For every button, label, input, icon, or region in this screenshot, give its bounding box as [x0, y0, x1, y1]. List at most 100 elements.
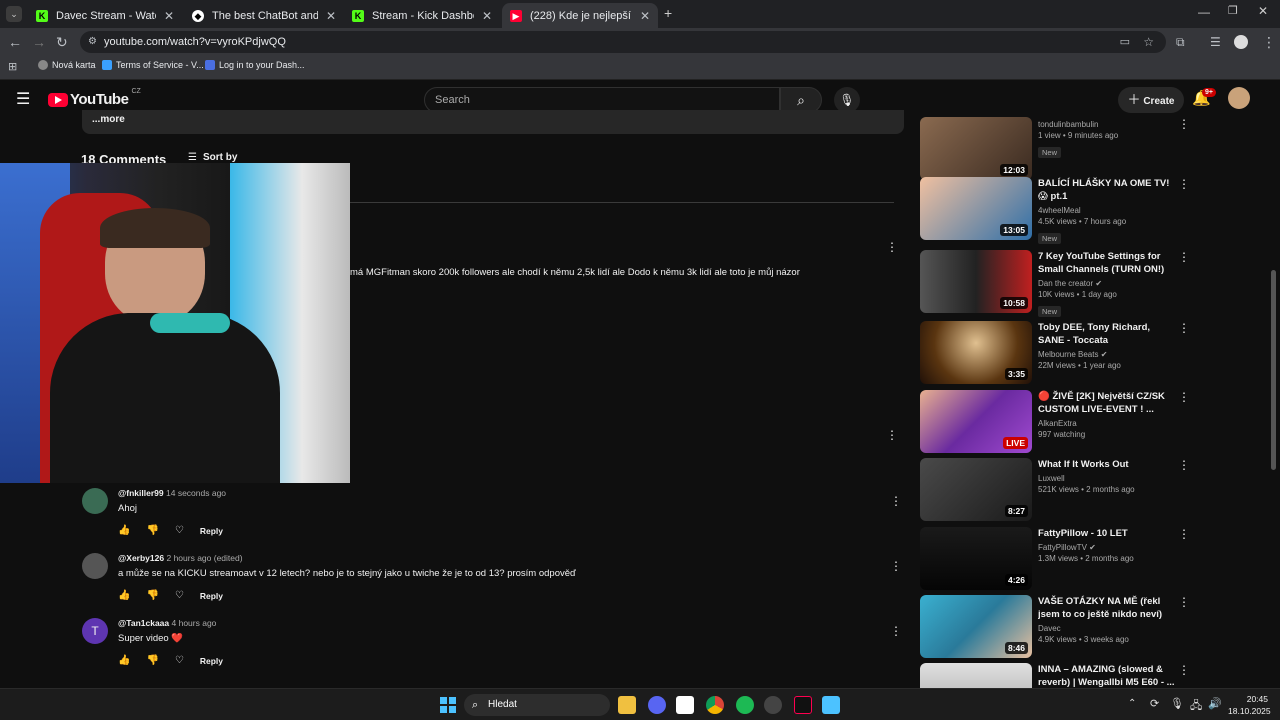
minimize-icon[interactable]: —: [1198, 5, 1210, 19]
bookmark-star-icon[interactable]: ☆: [1143, 31, 1154, 53]
like-icon[interactable]: 👍: [118, 525, 130, 536]
reply-button[interactable]: Reply: [200, 656, 223, 666]
video-thumbnail[interactable]: 8:27: [920, 458, 1032, 521]
create-button[interactable]: ＋ Create: [1118, 87, 1184, 113]
video-menu-icon[interactable]: ⋮: [1178, 390, 1190, 404]
comment-author[interactable]: @fnkiller99: [118, 488, 164, 498]
comment-author[interactable]: @Tan1ckaaa: [118, 618, 169, 628]
bookmark-terms[interactable]: Terms of Service - V...: [102, 60, 204, 70]
new-tab-icon[interactable]: +: [664, 5, 672, 21]
restore-icon[interactable]: ❐: [1228, 4, 1238, 17]
reply-button[interactable]: Reply: [200, 526, 223, 536]
spotify-icon[interactable]: [736, 696, 754, 714]
menu-icon[interactable]: ⋮: [1262, 33, 1276, 51]
address-bar[interactable]: ⚙ youtube.com/watch?v=vyroKPdjwQQ ▭ ☆: [80, 31, 1166, 53]
page-scrollbar[interactable]: [1271, 270, 1276, 470]
site-info-icon[interactable]: ⚙: [88, 31, 97, 53]
recommended-video[interactable]: 13:05 BALÍCÍ HLÁŠKY NA OME TV!😱 pt.1 4wh…: [920, 177, 1190, 244]
video-thumbnail[interactable]: LIVE: [920, 390, 1032, 453]
youtube-logo[interactable]: YouTube CZ: [48, 88, 141, 108]
tab-kick-dashboard[interactable]: K Stream - Kick Dashboard ✕: [344, 3, 500, 28]
comment-menu-icon[interactable]: ⋮: [890, 494, 902, 508]
app-icon[interactable]: [764, 696, 782, 714]
like-icon[interactable]: 👍: [118, 590, 130, 601]
comment-menu-icon[interactable]: ⋮: [886, 428, 898, 442]
hamburger-menu-icon[interactable]: ☰: [16, 89, 30, 109]
video-channel[interactable]: 4wheelMeal: [1038, 205, 1178, 216]
video-thumbnail[interactable]: [920, 663, 1032, 688]
video-thumbnail[interactable]: 13:05: [920, 177, 1032, 240]
description-box[interactable]: ...more: [82, 110, 904, 134]
back-icon[interactable]: ←: [8, 33, 22, 51]
apps-grid-icon[interactable]: ⊞: [8, 60, 17, 73]
chrome-icon[interactable]: [706, 696, 724, 714]
comment-time[interactable]: 14 seconds ago: [166, 488, 226, 498]
tab-youtube-active[interactable]: ▶ (228) Kde je nejlepší streamova ✕: [502, 3, 658, 28]
dislike-icon[interactable]: 👎: [146, 525, 158, 536]
media-icon[interactable]: ☰: [1210, 33, 1221, 51]
comment-avatar[interactable]: T: [82, 618, 108, 644]
close-icon[interactable]: ✕: [482, 9, 492, 23]
video-title[interactable]: INNA – AMAZING (slowed & reverb) | Wenga…: [1038, 663, 1178, 688]
video-menu-icon[interactable]: ⋮: [1178, 177, 1190, 191]
recommended-video[interactable]: 4:26 FattyPillow - 10 LET FattyPillowTV …: [920, 527, 1190, 591]
tab-chatbot[interactable]: ◆ The best ChatBot and Widgets ✕: [184, 3, 344, 28]
video-channel[interactable]: Melbourne Beats: [1038, 350, 1098, 359]
comment-menu-icon[interactable]: ⋮: [890, 624, 902, 638]
profile-avatar[interactable]: [1234, 35, 1248, 49]
video-title[interactable]: Toby DEE, Tony Richard, SANE - Toccata: [1038, 321, 1178, 347]
tray-sync-icon[interactable]: ⟳: [1150, 697, 1159, 710]
tab-davec-stream[interactable]: K Davec Stream - Watch Live on K ✕: [28, 3, 182, 28]
reload-icon[interactable]: ↻: [56, 33, 68, 51]
heart-icon[interactable]: ♡: [175, 590, 184, 601]
comment-avatar[interactable]: [82, 488, 108, 514]
tab-search-icon[interactable]: ⌄: [6, 6, 22, 22]
reply-button[interactable]: Reply: [200, 591, 223, 601]
video-title[interactable]: VAŠE OTÁZKY NA MĚ (řekl jsem to co ještě…: [1038, 595, 1178, 621]
recommended-video[interactable]: 8:27 What If It Works Out Luxwell 521K v…: [920, 458, 1190, 522]
file-explorer-icon[interactable]: [618, 696, 636, 714]
dislike-icon[interactable]: 👎: [146, 590, 158, 601]
heart-icon[interactable]: ♡: [175, 525, 184, 536]
video-channel[interactable]: FattyPillowTV: [1038, 543, 1087, 552]
dislike-icon[interactable]: 👎: [146, 655, 158, 666]
recommended-video[interactable]: 8:46 VAŠE OTÁZKY NA MĚ (řekl jsem to co …: [920, 595, 1190, 659]
sort-by-button[interactable]: ☰ Sort by: [188, 152, 237, 163]
app-icon[interactable]: [676, 696, 694, 714]
comment-time[interactable]: 2 hours ago (edited): [166, 553, 242, 563]
video-channel[interactable]: Dan the creator: [1038, 279, 1093, 288]
close-icon[interactable]: ✕: [640, 9, 650, 23]
video-menu-icon[interactable]: ⋮: [1178, 321, 1190, 335]
bookmark-login[interactable]: Log in to your Dash...: [205, 60, 305, 70]
video-thumbnail[interactable]: 8:46: [920, 595, 1032, 658]
video-title[interactable]: 🔴 ŽIVĚ [2K] Největší CZ/SK CUSTOM LIVE-E…: [1038, 390, 1178, 416]
comment-menu-icon[interactable]: ⋮: [890, 559, 902, 573]
video-thumbnail[interactable]: 12:03: [920, 117, 1032, 180]
window-close-icon[interactable]: ✕: [1258, 4, 1268, 18]
taskbar-search[interactable]: ⌕ Hledat: [464, 694, 610, 716]
recommended-video[interactable]: 3:35 Toby DEE, Tony Richard, SANE - Tocc…: [920, 321, 1190, 385]
video-menu-icon[interactable]: ⋮: [1178, 663, 1190, 677]
video-thumbnail[interactable]: 3:35: [920, 321, 1032, 384]
video-menu-icon[interactable]: ⋮: [1178, 527, 1190, 541]
video-menu-icon[interactable]: ⋮: [1178, 595, 1190, 609]
video-channel[interactable]: Luxwell: [1038, 473, 1178, 484]
discord-icon[interactable]: [648, 696, 666, 714]
account-avatar[interactable]: [1228, 87, 1250, 109]
extensions-icon[interactable]: ⧉: [1176, 33, 1185, 51]
comment-avatar[interactable]: [82, 553, 108, 579]
video-title[interactable]: What If It Works Out: [1038, 458, 1178, 471]
video-title[interactable]: FattyPillow - 10 LET: [1038, 527, 1178, 540]
recommended-video[interactable]: INNA – AMAZING (slowed & reverb) | Wenga…: [920, 663, 1190, 688]
recommended-video[interactable]: 10:58 7 Key YouTube Settings for Small C…: [920, 250, 1190, 317]
more-link[interactable]: ...more: [92, 114, 125, 125]
video-menu-icon[interactable]: ⋮: [1178, 458, 1190, 472]
close-icon[interactable]: ✕: [164, 9, 174, 23]
forward-icon[interactable]: →: [32, 33, 46, 51]
video-menu-icon[interactable]: ⋮: [1178, 117, 1190, 131]
video-menu-icon[interactable]: ⋮: [1178, 250, 1190, 264]
tray-chevron-icon[interactable]: ⌃: [1128, 698, 1136, 709]
video-title[interactable]: 7 Key YouTube Settings for Small Channel…: [1038, 250, 1178, 276]
tray-mic-icon[interactable]: 🎙: [1170, 697, 1184, 710]
video-channel[interactable]: Davec: [1038, 623, 1178, 634]
